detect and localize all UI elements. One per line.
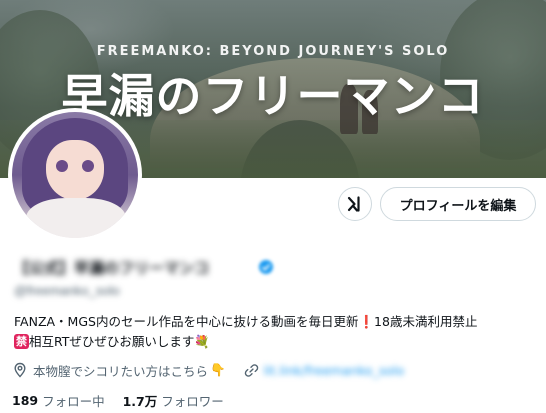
bio-line-1: FANZA・MGS内のセール作品を中心に抜ける動画を毎日更新❗18歳未満利用禁止: [14, 312, 536, 332]
exclamation-icon: ❗: [358, 314, 375, 329]
link-icon: [244, 363, 258, 377]
avatar-eye: [82, 160, 94, 172]
avatar[interactable]: [8, 108, 142, 242]
followers-link[interactable]: 1.7万 フォロワー: [123, 391, 224, 410]
follow-stats: 189 フォロー中 1.7万 フォロワー: [12, 390, 224, 410]
location-text: 本物膣でシコリたい方はこちら: [33, 363, 209, 379]
profile-bio: FANZA・MGS内のセール作品を中心に抜ける動画を毎日更新❗18歳未満利用禁止…: [14, 312, 536, 352]
bouquet-icon: 💐: [194, 334, 210, 349]
profile-link[interactable]: lit.link/freemanko_solo: [264, 363, 405, 378]
prohibited-badge-icon: 禁: [14, 334, 29, 349]
pointing-down-icon: 👇: [210, 362, 226, 377]
bio-line-2: 禁相互RTぜひぜひお願いします💐: [14, 332, 536, 352]
avatar-eye: [56, 160, 68, 172]
bio-text: 相互RTぜひぜひお願いします: [29, 334, 195, 349]
verified-badge-icon: [259, 260, 273, 274]
edit-profile-button[interactable]: プロフィールを編集: [380, 187, 536, 221]
following-label: フォロー中: [42, 393, 105, 409]
avatar-face: [46, 140, 104, 200]
grok-button[interactable]: [338, 187, 372, 221]
display-name: 【公式】早漏のフリーマンコ: [14, 259, 210, 277]
following-count: 189: [12, 392, 39, 408]
bio-text: 18歳未満利用禁止: [374, 314, 478, 329]
location-pin-icon: [14, 362, 26, 378]
profile-page: FREEMANKO: BEYOND JOURNEY'S SOLO 早漏のフリーマ…: [0, 0, 546, 413]
grok-icon: [347, 196, 360, 212]
avatar-body: [26, 198, 126, 238]
banner-subtitle: FREEMANKO: BEYOND JOURNEY'S SOLO: [96, 44, 450, 59]
profile-handle: @freemanko_solo: [14, 283, 120, 298]
followers-label: フォロワー: [161, 393, 224, 409]
avatar-image: [12, 112, 138, 238]
bio-text: FANZA・MGS内のセール作品を中心に抜ける動画を毎日更新: [14, 314, 359, 329]
profile-meta: 本物膣でシコリたい方はこちら 👇 lit.link/freemanko_solo: [12, 360, 536, 380]
followers-count: 1.7万: [122, 393, 158, 409]
following-link[interactable]: 189 フォロー中: [12, 391, 105, 410]
